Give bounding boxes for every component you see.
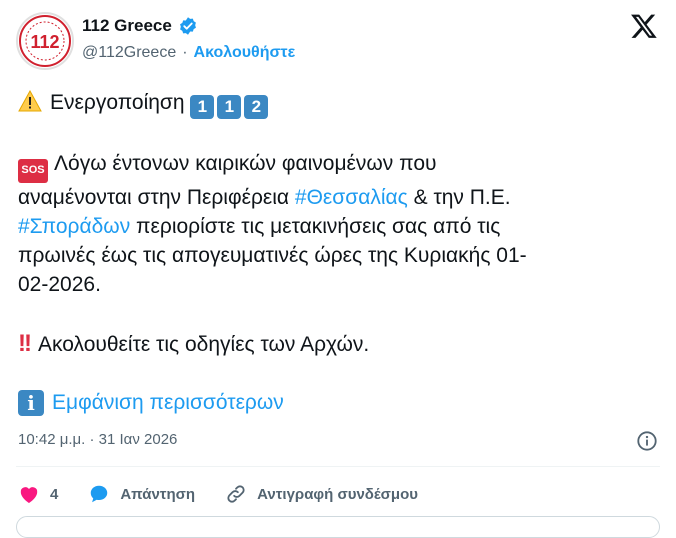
copy-link-button[interactable]: Αντιγραφή συνδέσμου bbox=[225, 483, 418, 505]
author-name[interactable]: 112 Greece bbox=[82, 16, 172, 36]
info-emoji-icon: i bbox=[18, 390, 44, 416]
show-more-label: Εμφάνιση περισσότερων bbox=[52, 391, 284, 414]
keycap-2: 2 bbox=[244, 94, 269, 119]
para1-line4: πρωινές έως τις απογευματινές ώρες της Κ… bbox=[18, 243, 527, 267]
author-name-row: 112 Greece bbox=[82, 16, 198, 36]
heart-icon bbox=[20, 487, 38, 504]
timestamp[interactable]: 10:42 μ.μ. · 31 Ιαν 2026 bbox=[18, 431, 177, 448]
link-icon bbox=[227, 485, 245, 503]
tweet-paragraph-2: !! Ακολουθείτε τις οδηγίες των Αρχών. bbox=[18, 329, 658, 359]
activation-line: Ενεργοποίηση 112 bbox=[18, 88, 658, 119]
avatar[interactable]: 112 bbox=[16, 12, 74, 70]
hashtag-sporadon[interactable]: #Σποράδων bbox=[18, 215, 130, 238]
copy-link-label: Αντιγραφή συνδέσμου bbox=[257, 485, 419, 503]
para1-line2: αναμένονται στην Περιφέρεια bbox=[18, 185, 295, 209]
like-button[interactable]: 4 bbox=[18, 484, 58, 504]
activation-text: Ενεργοποίηση bbox=[50, 91, 185, 114]
reply-bubble-icon bbox=[91, 485, 108, 503]
action-bar: 4 Απάντηση Αντιγραφή συνδέσμου bbox=[18, 483, 448, 505]
double-exclamation-icon: !! bbox=[18, 330, 32, 357]
divider bbox=[16, 466, 660, 467]
para2-text: Ακολουθείτε τις οδηγίες των Αρχών. bbox=[37, 333, 370, 356]
separator-dot: · bbox=[182, 44, 188, 61]
reply-label: Απάντηση bbox=[120, 485, 196, 503]
tweet-card: 112 112 Greece @112Greece · Ακολουθήστε … bbox=[0, 0, 676, 538]
para1-line3: περιορίστε τις μετακινήσεις σας από τις bbox=[130, 214, 501, 238]
para1-line5: 02-2026. bbox=[18, 272, 101, 296]
like-count: 4 bbox=[50, 485, 59, 503]
para1-line2-end: & την Π.Ε. bbox=[407, 185, 511, 209]
reply-button[interactable]: Απάντηση bbox=[88, 483, 195, 505]
sos-icon: SOS bbox=[18, 158, 48, 183]
warning-icon bbox=[18, 90, 42, 112]
avatar-logo-icon: 112 bbox=[19, 15, 71, 67]
verified-badge-icon bbox=[179, 17, 196, 35]
tweet-paragraph-1: SOS Λόγω έντονων καιρικών φαινομένων που … bbox=[18, 149, 658, 299]
keycap-1b: 1 bbox=[217, 94, 242, 119]
show-more-link[interactable]: i Εμφάνιση περισσότερων bbox=[18, 390, 284, 416]
read-replies-frame[interactable] bbox=[16, 516, 660, 538]
hashtag-thessalias[interactable]: #Θεσσαλίας bbox=[295, 186, 408, 209]
info-icon[interactable] bbox=[636, 430, 658, 452]
x-logo-icon[interactable] bbox=[630, 12, 658, 40]
author-handle[interactable]: @112Greece bbox=[82, 44, 176, 62]
avatar-text: 112 bbox=[30, 32, 59, 52]
keycap-1: 1 bbox=[190, 94, 215, 119]
handle-row: @112Greece · Ακολουθήστε bbox=[82, 44, 295, 62]
para1-line1: Λόγω έντονων καιρικών φαινομένων που bbox=[54, 152, 437, 175]
follow-button[interactable]: Ακολουθήστε bbox=[194, 44, 296, 62]
